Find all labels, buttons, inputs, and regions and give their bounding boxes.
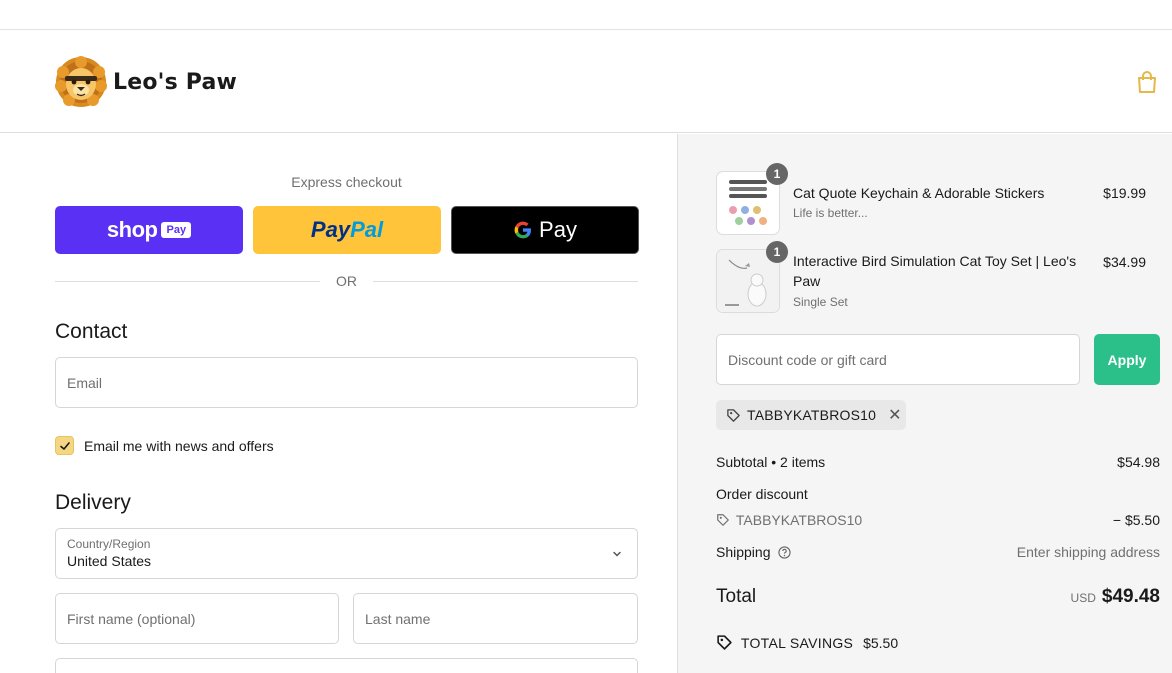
paypal-pal-word: Pal <box>350 217 384 242</box>
shipping-value: Enter shipping address <box>1016 544 1160 560</box>
quantity-badge: 1 <box>766 241 788 263</box>
address-field[interactable] <box>55 658 638 673</box>
email-field[interactable]: Email <box>55 357 638 408</box>
order-summary: 1 Cat Quote Keychain & Adorable Stickers… <box>677 134 1172 673</box>
lion-logo-icon <box>55 56 107 107</box>
help-icon[interactable] <box>778 546 792 559</box>
brand-name: Leo's Paw <box>113 69 238 95</box>
paypal-pay-word: Pay <box>310 217 351 242</box>
checkout-form: Express checkout shop Pay Pay Pal Pay OR … <box>0 134 677 673</box>
order-discount-row: Order discount <box>716 486 1160 502</box>
item-name: Cat Quote Keychain & Adorable Stickers <box>793 185 1045 201</box>
total-value: $49.48 <box>1101 586 1160 607</box>
top-bar <box>0 0 1172 30</box>
chevron-down-icon <box>613 551 621 557</box>
or-divider: OR <box>55 273 638 291</box>
delivery-title: Delivery <box>55 491 131 514</box>
shop-pay-badge: Pay <box>161 222 192 238</box>
shop-pay-word: shop <box>106 217 158 242</box>
total-currency: USD <box>1070 591 1096 605</box>
tag-icon <box>717 514 729 526</box>
total-row: Total USD $49.48 <box>716 586 1160 614</box>
shop-pay-button[interactable]: shop Pay <box>55 206 243 254</box>
savings-value: $5.50 <box>863 635 899 651</box>
google-g-icon <box>514 221 532 239</box>
cart-item: 1 Cat Quote Keychain & Adorable Stickers… <box>716 163 1146 237</box>
last-name-placeholder: Last name <box>365 611 431 627</box>
apply-button[interactable]: Apply <box>1094 334 1160 385</box>
applied-code: TABBYKATBROS10 <box>747 407 877 423</box>
country-label: Country/Region <box>67 537 151 551</box>
item-variant: Single Set <box>793 295 848 309</box>
quantity-badge: 1 <box>766 163 788 185</box>
item-name: Interactive Bird Simulation Cat Toy Set … <box>793 253 1077 289</box>
newsletter-label: Email me with news and offers <box>84 438 274 454</box>
google-pay-label: Pay <box>539 217 577 242</box>
savings-label: TOTAL SAVINGS <box>740 635 854 651</box>
or-text: OR <box>336 273 357 289</box>
newsletter-checkbox[interactable] <box>55 436 74 455</box>
shipping-row: Shipping Enter shipping address <box>716 544 1160 560</box>
savings-tag-icon <box>717 635 732 650</box>
last-name-field[interactable]: Last name <box>353 593 638 644</box>
total-label: Total <box>716 586 757 607</box>
cart-item: 1 Interactive Bird Simulation Cat Toy Se… <box>716 241 1146 315</box>
discount-value: − $5.50 <box>1112 512 1160 528</box>
remove-discount-icon[interactable]: ✕ <box>888 405 901 425</box>
checkmark-icon <box>59 441 70 450</box>
item-price: $34.99 <box>1103 254 1146 270</box>
country-select[interactable]: Country/Region United States <box>55 528 638 579</box>
shipping-label: Shipping <box>716 544 771 560</box>
paypal-button[interactable]: Pay Pal <box>253 206 441 254</box>
contact-title: Contact <box>55 320 128 343</box>
discount-code-input[interactable]: Discount code or gift card <box>716 334 1080 385</box>
item-variant: Life is better... <box>793 206 868 220</box>
discount-code-label: TABBYKATBROS10 <box>735 512 863 528</box>
subtotal-label: Subtotal • 2 items <box>716 454 826 470</box>
discount-placeholder: Discount code or gift card <box>728 352 887 368</box>
first-name-field[interactable]: First name (optional) <box>55 593 339 644</box>
applied-discount-chip: TABBYKATBROS10 ✕ <box>716 400 906 430</box>
total-savings-row: TOTAL SAVINGS $5.50 <box>716 634 1160 651</box>
shopping-bag-icon[interactable] <box>1136 70 1158 94</box>
discount-code-row: TABBYKATBROS10 − $5.50 <box>716 512 1160 528</box>
google-pay-button[interactable]: Pay <box>451 206 639 254</box>
subtotal-row: Subtotal • 2 items $54.98 <box>716 454 1160 470</box>
tag-icon <box>727 408 740 422</box>
order-discount-label: Order discount <box>716 486 808 502</box>
email-placeholder: Email <box>67 375 103 391</box>
country-value: United States <box>67 553 152 569</box>
logo[interactable]: Leo's Paw <box>55 56 237 108</box>
first-name-placeholder: First name (optional) <box>67 611 196 627</box>
header: Leo's Paw <box>0 30 1172 133</box>
express-checkout-title: Express checkout <box>291 174 402 190</box>
item-price: $19.99 <box>1103 185 1146 201</box>
subtotal-value: $54.98 <box>1117 454 1160 470</box>
